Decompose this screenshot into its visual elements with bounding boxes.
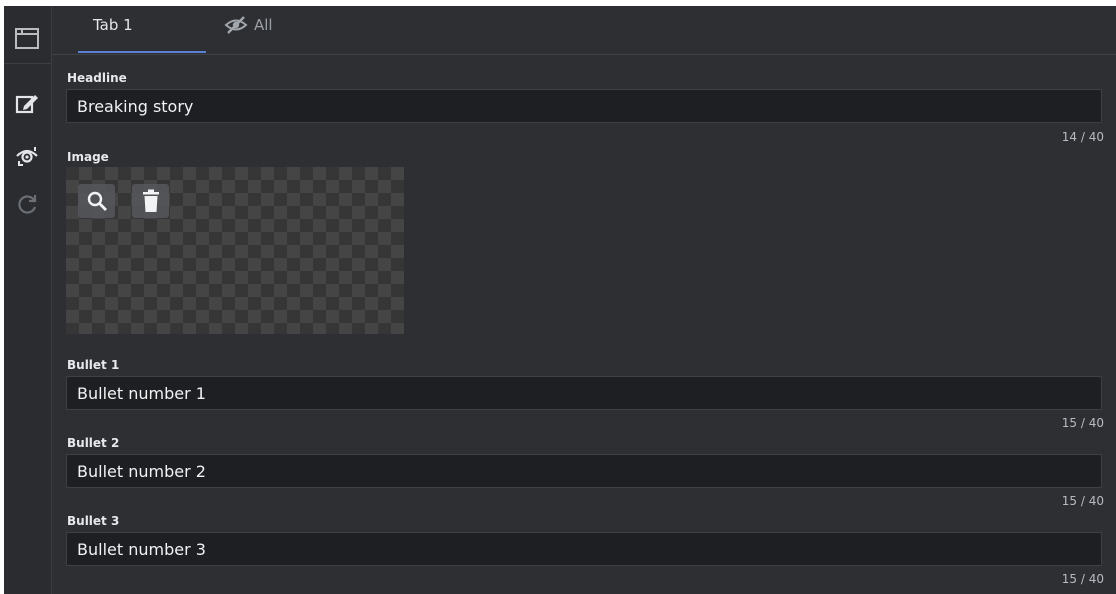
- preview-icon[interactable]: [9, 140, 45, 170]
- bullet-2-label: Bullet 2: [67, 436, 120, 450]
- sidebar: [4, 6, 52, 594]
- tab-all[interactable]: All: [224, 6, 304, 52]
- image-placeholder[interactable]: [66, 167, 404, 334]
- folder-icon[interactable]: [9, 23, 45, 53]
- bullet-3-counter: 15 / 40: [1061, 572, 1104, 586]
- bullet-3-input[interactable]: [66, 532, 1102, 566]
- hidden-eye-icon: [224, 16, 248, 34]
- edit-icon[interactable]: [9, 88, 45, 118]
- bullet-1-input[interactable]: [66, 376, 1102, 410]
- delete-icon: [142, 189, 159, 212]
- bullet-3-label: Bullet 3: [67, 514, 120, 528]
- headline-counter: 14 / 40: [1061, 130, 1104, 144]
- tab-1[interactable]: Tab 1: [78, 6, 206, 53]
- tab-1-label: Tab 1: [93, 16, 133, 34]
- image-label: Image: [67, 150, 109, 164]
- search-button[interactable]: [78, 184, 115, 218]
- bullet-1-label: Bullet 1: [67, 358, 120, 372]
- main-panel: Tab 1 All Headline 14 / 40 Image: [52, 6, 1116, 594]
- app-window: Tab 1 All Headline 14 / 40 Image: [4, 6, 1116, 594]
- delete-button[interactable]: [132, 184, 169, 218]
- bullet-2-counter: 15 / 40: [1061, 494, 1104, 508]
- headline-label: Headline: [67, 71, 127, 85]
- refresh-icon[interactable]: [9, 190, 45, 220]
- search-icon: [87, 191, 107, 211]
- tab-bar: Tab 1 All: [52, 6, 1116, 55]
- headline-input[interactable]: [66, 89, 1102, 123]
- bullet-1-counter: 15 / 40: [1061, 416, 1104, 430]
- sidebar-divider: [4, 63, 51, 64]
- active-tab-indicator: [78, 51, 206, 53]
- bullet-2-input[interactable]: [66, 454, 1102, 488]
- tab-all-label: All: [254, 16, 273, 34]
